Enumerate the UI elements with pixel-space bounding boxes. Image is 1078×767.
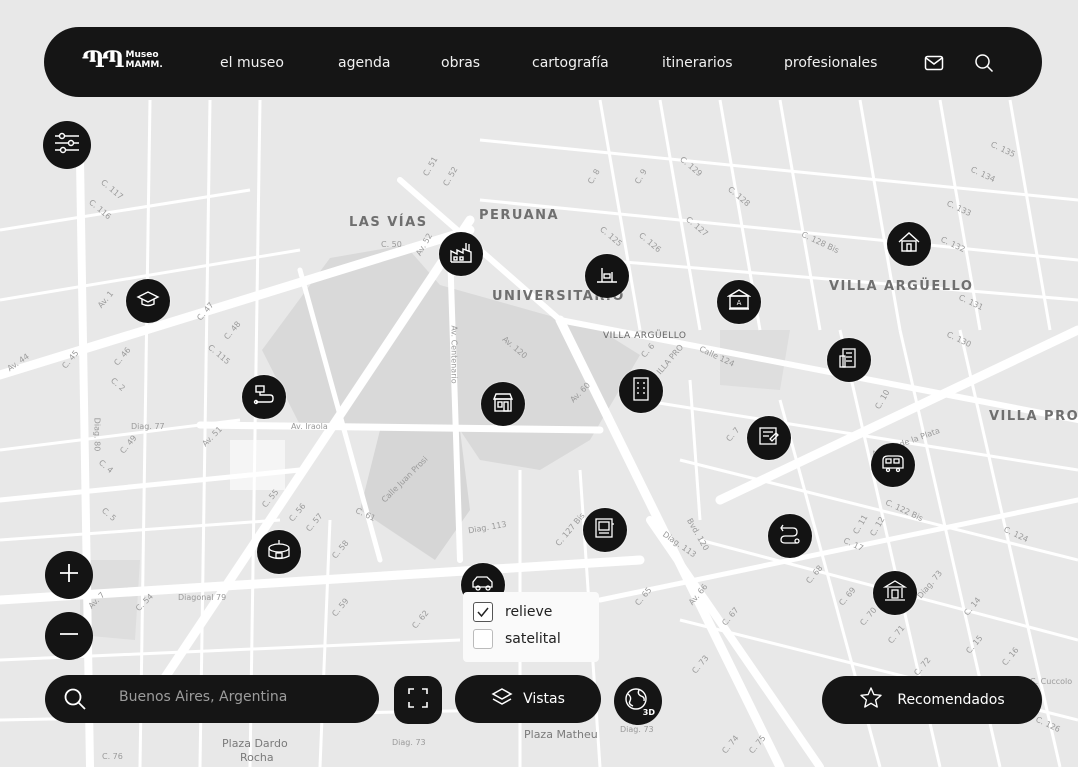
map-layers-panel: relieve satelital [463,592,599,662]
search-icon[interactable] [974,53,994,73]
location-search-bar [45,675,379,723]
place-label: Rocha [240,751,274,764]
view-3d-button[interactable]: 3D [614,677,662,725]
marker-stage[interactable] [583,508,627,552]
logo-line-2: MAMM. [125,60,163,70]
shop-icon [491,390,515,418]
logo-mark: ՊՊ [82,47,124,73]
nav-itinerarios[interactable]: itinerarios [662,55,733,71]
fullscreen-icon [407,687,429,713]
graduation-cap-icon [136,288,160,314]
office-building-icon [630,376,652,406]
layer-satellite-option[interactable]: satelital [473,629,561,649]
layers-icon [491,687,513,711]
marker-route[interactable] [242,375,286,419]
street-label: Diag. 73 [620,725,654,734]
satellite-label: satelital [505,631,561,647]
museum-icon: A [726,288,752,316]
neighborhood-label: LAS VÍAS [349,215,428,230]
factory-icon [449,241,473,267]
globe-3d-icon: 3D [622,685,656,717]
street-label: Diagonal 79 [178,593,227,602]
map-pin-route-icon [778,522,802,550]
views-label: Vistas [523,691,565,707]
label-3d: 3D [641,708,656,717]
street-label: Diag. 73 [392,738,426,747]
house-icon [897,230,921,258]
marker-landmark[interactable] [873,571,917,615]
zoom-out-button[interactable] [45,612,93,660]
street-label: C. 50 [381,240,402,249]
building-sign-icon [595,262,619,290]
street-label: C. 76 [102,752,123,761]
neighborhood-label: PERUANA [479,208,560,223]
museum-logo[interactable]: ՊՊ Museo MAMM. [82,49,163,71]
relief-checkbox[interactable] [473,602,493,622]
marker-shop[interactable] [481,382,525,426]
plus-icon [58,562,80,588]
stage-icon [593,516,617,544]
marker-apartment[interactable] [827,338,871,382]
neighborhood-label: VILLA ARGÜELLO [829,279,974,294]
place-label: Plaza Dardo [222,737,288,750]
marker-stadium[interactable] [257,530,301,574]
nav-cartografia[interactable]: cartografía [532,55,609,71]
apartment-icon [837,346,861,374]
minus-icon [58,623,80,649]
marker-building-sign[interactable] [585,254,629,298]
recommended-label: Recomendados [897,692,1005,708]
filter-button[interactable] [43,121,91,169]
logo-text: Museo MAMM. [126,50,163,70]
area-label: VILLA ARGÜELLO [603,331,687,341]
nav-obras[interactable]: obras [441,55,480,71]
landmark-icon [882,579,908,607]
fullscreen-button[interactable] [394,676,442,724]
marker-education[interactable] [126,279,170,323]
nav-agenda[interactable]: agenda [338,55,390,71]
street-label: Av. Centenario [449,325,459,384]
main-navbar: ՊՊ Museo MAMM. el museo agenda obras car… [44,27,1042,97]
route-icon [252,383,276,411]
recommended-button[interactable]: Recomendados [822,676,1042,724]
logo-line-1: Museo [125,50,159,60]
search-icon [63,687,87,715]
location-search-input[interactable] [119,689,359,705]
satellite-checkbox[interactable] [473,629,493,649]
svg-text:A: A [737,299,742,307]
mail-icon[interactable] [924,53,944,73]
tram-icon [880,452,906,478]
marker-blueprint[interactable] [747,416,791,460]
nav-el-museo[interactable]: el museo [220,55,284,71]
place-label: Plaza Matheu [524,728,598,741]
street-label: Diag. 80 [92,417,102,452]
marker-office[interactable] [619,369,663,413]
stadium-icon [266,538,292,566]
layer-relief-option[interactable]: relieve [473,602,552,622]
street-label: Diag. 77 [131,422,165,431]
marker-itinerary[interactable] [768,514,812,558]
star-icon [859,686,883,714]
street-label: Av. Iraola [291,422,328,431]
marker-house[interactable] [887,222,931,266]
relief-label: relieve [505,604,553,620]
marker-factory[interactable] [439,232,483,276]
nav-profesionales[interactable]: profesionales [784,55,877,71]
neighborhood-label: VILLA PROG [989,409,1078,424]
views-button[interactable]: Vistas [455,675,601,723]
marker-museum[interactable]: A [717,280,761,324]
marker-tram[interactable] [871,443,915,487]
zoom-in-button[interactable] [45,551,93,599]
blueprint-icon [757,424,781,452]
sliders-icon [54,132,80,158]
